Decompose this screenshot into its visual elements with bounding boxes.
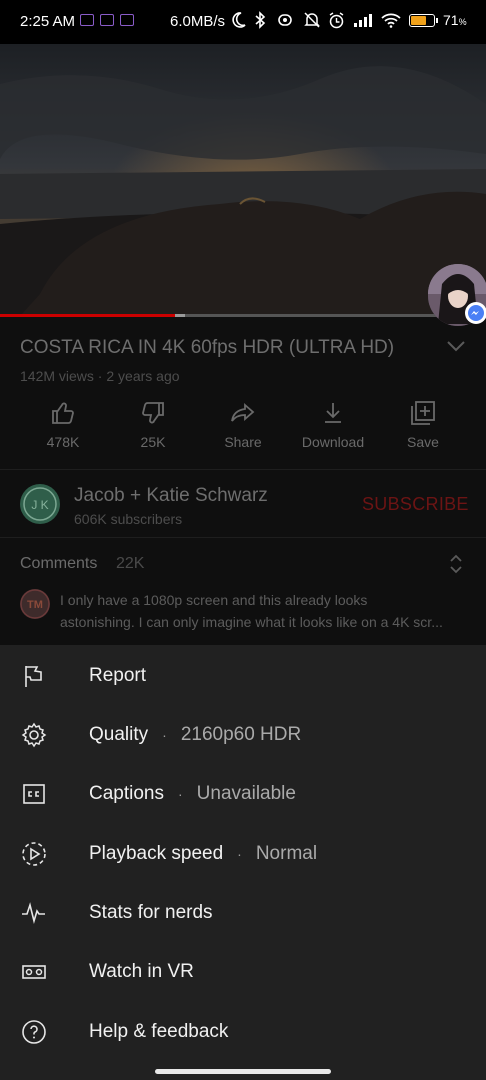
status-bar: 2:25 AM 6.0MB/s 71% bbox=[0, 0, 486, 44]
silent-bell-icon bbox=[304, 12, 320, 28]
vr-headset-icon bbox=[22, 965, 46, 979]
menu-label: Playback speed bbox=[89, 843, 224, 864]
menu-label: Help & feedback bbox=[89, 1021, 229, 1042]
menu-item-quality[interactable]: Quality · 2160p60 HDR bbox=[0, 705, 486, 764]
subscriber-count: 606K subscribers bbox=[74, 511, 183, 527]
menu-label: Stats for nerds bbox=[89, 902, 213, 923]
commenter-avatar-image: TM bbox=[20, 589, 50, 619]
like-button[interactable]: 478K bbox=[18, 400, 108, 450]
notification-icons bbox=[80, 14, 134, 26]
channel-avatar[interactable]: J K bbox=[20, 484, 60, 524]
share-button[interactable]: Share bbox=[198, 400, 288, 450]
battery-icon bbox=[409, 13, 438, 27]
playback-speed-value: Normal bbox=[255, 843, 318, 864]
comment-preview[interactable]: I only have a 1080p screen and this alre… bbox=[60, 589, 470, 633]
menu-item-help-feedback[interactable]: Help & feedback bbox=[0, 1002, 486, 1061]
share-label: Share bbox=[224, 434, 262, 450]
dislike-count: 25K bbox=[140, 434, 166, 450]
video-player[interactable] bbox=[0, 44, 486, 316]
gear-icon bbox=[21, 722, 47, 748]
battery-percent: 71 bbox=[443, 12, 459, 28]
commenter-avatar-initials: TM bbox=[27, 599, 43, 611]
download-label: Download bbox=[301, 434, 365, 450]
status-icons: 71% bbox=[232, 11, 467, 29]
divider bbox=[0, 469, 486, 470]
bluetooth-icon bbox=[255, 11, 266, 29]
thumbs-up-icon bbox=[52, 402, 74, 424]
channel-name[interactable]: Jacob + Katie Schwarz bbox=[74, 485, 268, 507]
help-icon bbox=[22, 1020, 46, 1044]
save-label: Save bbox=[407, 434, 439, 450]
separator-dot: · bbox=[162, 727, 167, 743]
expand-collapse-icon[interactable] bbox=[448, 553, 464, 575]
alarm-icon bbox=[329, 11, 344, 28]
app-notification-icon bbox=[120, 14, 134, 26]
video-meta: 142M views · 2 years ago bbox=[20, 368, 180, 384]
menu-label: Report bbox=[89, 665, 147, 686]
menu-item-watch-in-vr[interactable]: Watch in VR bbox=[0, 942, 486, 1001]
closed-captions-icon bbox=[23, 784, 45, 804]
dislike-button[interactable]: 25K bbox=[108, 400, 198, 450]
comment-line-2: astonishing. I can only imagine what it … bbox=[60, 614, 443, 630]
menu-item-report[interactable]: Report bbox=[0, 646, 486, 705]
moon-icon bbox=[232, 12, 246, 28]
like-count: 478K bbox=[46, 434, 80, 450]
home-indicator[interactable] bbox=[155, 1069, 331, 1074]
menu-label: Watch in VR bbox=[89, 961, 194, 982]
thumbs-down-icon bbox=[142, 402, 164, 424]
save-to-playlist-icon bbox=[411, 401, 435, 425]
quality-value: 2160p60 HDR bbox=[180, 724, 302, 745]
captions-value: Unavailable bbox=[196, 783, 296, 804]
comment-line-1: I only have a 1080p screen and this alre… bbox=[60, 592, 368, 608]
messenger-icon bbox=[465, 302, 486, 324]
network-speed: 6.0MB/s bbox=[170, 13, 226, 30]
menu-label: Quality bbox=[89, 724, 149, 745]
svg-text:J K: J K bbox=[31, 498, 48, 512]
subscribe-button[interactable]: SUBSCRIBE bbox=[362, 494, 469, 515]
download-button[interactable]: Download bbox=[288, 400, 378, 450]
app-notification-icon bbox=[100, 14, 114, 26]
menu-item-captions[interactable]: Captions · Unavailable bbox=[0, 764, 486, 823]
more-options-sheet: Report Quality · 2160p60 HDR Captions · Unav… bbox=[0, 645, 486, 1080]
separator-dot: · bbox=[237, 846, 242, 862]
chevron-down-icon[interactable] bbox=[446, 340, 466, 352]
video-frame-sunset bbox=[0, 44, 486, 316]
separator-dot: · bbox=[178, 786, 183, 802]
menu-label: Captions bbox=[89, 783, 164, 804]
menu-item-playback-speed[interactable]: Playback speed · Normal bbox=[0, 824, 486, 883]
channel-logo-icon: J K bbox=[23, 487, 57, 521]
commenter-avatar: TM bbox=[20, 589, 50, 619]
video-title: COSTA RICA IN 4K 60fps HDR (ULTRA HD) bbox=[20, 337, 395, 358]
download-icon bbox=[325, 403, 341, 423]
share-icon bbox=[231, 403, 255, 422]
divider bbox=[0, 537, 486, 538]
flag-icon bbox=[25, 666, 42, 687]
status-time: 2:25 AM bbox=[20, 13, 76, 30]
stats-pulse-icon bbox=[22, 902, 45, 925]
vibrate-icon bbox=[278, 14, 292, 26]
app-notification-icon bbox=[80, 14, 94, 26]
comments-count: 22K bbox=[116, 555, 145, 572]
wifi-icon bbox=[381, 13, 401, 28]
save-button[interactable]: Save bbox=[378, 400, 468, 450]
menu-item-stats-for-nerds[interactable]: Stats for nerds bbox=[0, 883, 486, 942]
playback-speed-icon bbox=[22, 842, 46, 866]
signal-icon bbox=[354, 14, 372, 27]
action-bar: 478K 25K Share Download Save bbox=[18, 400, 468, 460]
comments-heading[interactable]: Comments bbox=[20, 555, 97, 573]
